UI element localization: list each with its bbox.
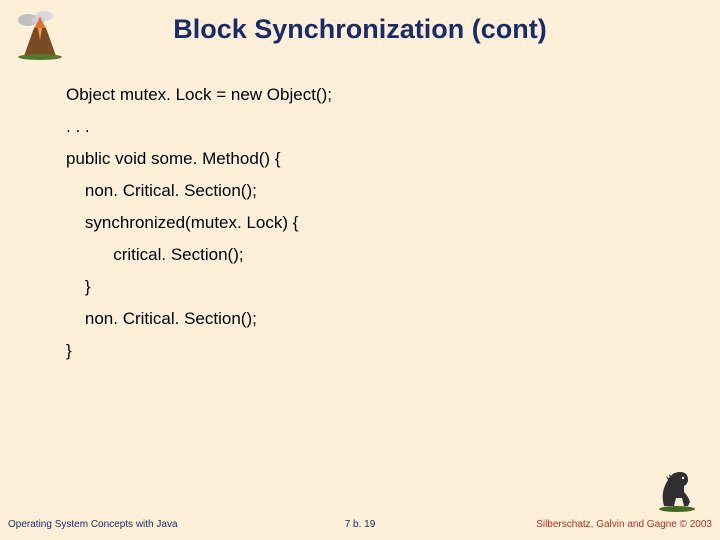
code-line: synchronized(mutex. Lock) {	[66, 214, 332, 231]
footer-copyright: Silberschatz, Galvin and Gagne © 2003	[536, 519, 712, 530]
footer: Operating System Concepts with Java 7 b.…	[0, 510, 720, 530]
code-line: }	[66, 342, 332, 359]
code-line: critical. Section();	[66, 246, 332, 263]
code-line: }	[66, 278, 332, 295]
code-block: Object mutex. Lock = new Object(); . . .…	[66, 86, 332, 374]
code-line: . . .	[66, 118, 332, 135]
dinosaur-icon	[654, 462, 700, 512]
slide: Block Synchronization (cont) Object mute…	[0, 0, 720, 540]
code-line: Object mutex. Lock = new Object();	[66, 86, 332, 103]
slide-title: Block Synchronization (cont)	[0, 14, 720, 45]
code-line: public void some. Method() {	[66, 150, 332, 167]
code-line: non. Critical. Section();	[66, 182, 332, 199]
code-line: non. Critical. Section();	[66, 310, 332, 327]
